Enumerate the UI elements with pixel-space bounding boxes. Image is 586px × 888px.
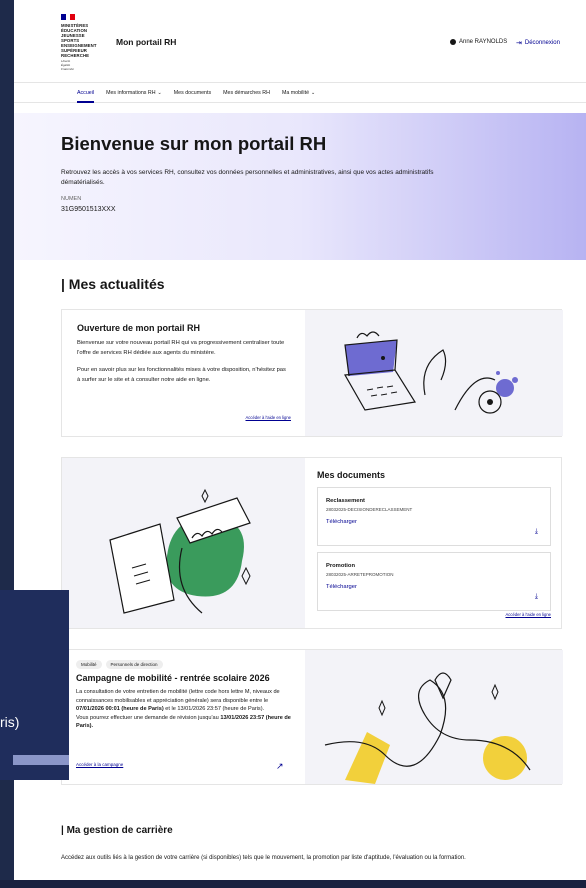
documents-card: Mes documents Reclassement 28032025-DECI…: [61, 457, 562, 629]
user-icon: [450, 39, 456, 45]
mobility-title: Campagne de mobilité - rentrée scolaire …: [76, 673, 270, 683]
news-paragraph: Pour en savoir plus sur les fonctionnali…: [77, 367, 286, 383]
site-header: MINISTÈRES ÉDUCATION JEUNESSE SPORTS ENS…: [14, 0, 586, 83]
nav-item-ma-mobilite[interactable]: Ma mobilité ⌄: [276, 83, 321, 103]
overlay-panel: ris): [0, 590, 69, 780]
document-code: 28032025-DECISIONDERECLASSEMENT: [326, 507, 413, 512]
document-name: Reclassement: [326, 498, 365, 504]
numen-label: NUMEN: [61, 196, 82, 202]
news-paragraph: Bienvenue sur votre nouveau portail RH q…: [77, 340, 285, 356]
documents-title: Mes documents: [317, 470, 386, 480]
document-item: Reclassement 28032025-DECISIONDERECLASSE…: [317, 487, 551, 546]
page-title: Bienvenue sur mon portail RH: [61, 133, 327, 154]
nav-item-mes-documents[interactable]: Mes documents: [168, 83, 217, 103]
numen-value: 31G9501513XXX: [61, 206, 116, 213]
laptop-illustration: [305, 310, 563, 436]
logout-icon: ⇥: [516, 40, 522, 47]
page-frame: MINISTÈRES ÉDUCATION JEUNESSE SPORTS ENS…: [14, 0, 586, 880]
main-nav: Accueil Mes informations RH ⌄ Mes documen…: [14, 83, 586, 103]
help-link[interactable]: Accéder à l'aide en ligne: [506, 612, 552, 617]
section-title-carriere: | Ma gestion de carrière: [61, 825, 173, 836]
chevron-down-icon: ⌄: [157, 90, 162, 96]
news-card-content: Ouverture de mon portail RH Bienvenue su…: [62, 310, 305, 436]
site-title[interactable]: Mon portail RH: [116, 37, 176, 47]
tag-list: Mobilité Personnels de direction: [76, 660, 291, 669]
help-link[interactable]: Accéder à l'aide en ligne: [246, 415, 292, 420]
news-card-title: Ouverture de mon portail RH: [77, 323, 201, 333]
nav-item-mes-informations-rh[interactable]: Mes informations RH ⌄: [100, 83, 168, 103]
ministry-logo[interactable]: MINISTÈRES ÉDUCATION JEUNESSE SPORTS ENS…: [61, 14, 101, 71]
document-item: Promotion 28032025-ARRETEPROMOTION Téléc…: [317, 552, 551, 611]
news-card: Ouverture de mon portail RH Bienvenue su…: [61, 309, 563, 437]
overlay-bar[interactable]: [13, 755, 69, 765]
download-icon[interactable]: ⤓: [535, 528, 538, 536]
nav-item-mes-demarches-rh[interactable]: Mes démarches RH: [217, 83, 276, 103]
section-title-actualites: | Mes actualités: [61, 276, 165, 292]
chevron-down-icon: ⌄: [311, 90, 316, 96]
notebook-illustration: [62, 458, 305, 628]
mobility-description: La consultation de votre entretien de mo…: [76, 689, 291, 729]
user-name: Anne RAYNOLDS: [459, 39, 508, 45]
logo-line: RECHERCHE: [61, 53, 90, 58]
user-account[interactable]: Anne RAYNOLDS: [450, 39, 507, 45]
campaign-link[interactable]: Accéder à la campagne: [76, 762, 123, 767]
logout-button[interactable]: ⇥ Déconnexion: [516, 39, 560, 47]
document-code: 28032025-ARRETEPROMOTION: [326, 572, 394, 577]
download-link[interactable]: Télécharger: [326, 584, 542, 590]
mobility-card: Mobilité Personnels de direction Campagn…: [61, 649, 563, 785]
map-illustration: [305, 650, 563, 784]
documents-panel: Mes documents Reclassement 28032025-DECI…: [305, 458, 563, 628]
flag-icon: [61, 14, 76, 20]
document-name: Promotion: [326, 563, 355, 569]
nav-item-accueil[interactable]: Accueil: [71, 83, 100, 103]
overlay-text: ris): [0, 714, 20, 730]
logo-motto: Liberté Égalité Fraternité: [61, 59, 74, 71]
download-link[interactable]: Télécharger: [326, 519, 542, 525]
logout-label: Déconnexion: [524, 40, 560, 46]
bottom-strip: [0, 880, 586, 888]
tag-personnels-direction: Personnels de direction: [105, 660, 163, 669]
career-description: Accédez aux outils liés à la gestion de …: [61, 855, 466, 861]
mobility-card-content: Mobilité Personnels de direction Campagn…: [62, 650, 305, 784]
external-link-icon[interactable]: ↗: [276, 761, 284, 772]
tag-mobilite: Mobilité: [76, 660, 102, 669]
download-icon[interactable]: ⤓: [535, 593, 538, 601]
hero-banner: Bienvenue sur mon portail RH Retrouvez l…: [14, 113, 586, 260]
hero-description: Retrouvez les accès à vos services RH, c…: [61, 169, 434, 186]
